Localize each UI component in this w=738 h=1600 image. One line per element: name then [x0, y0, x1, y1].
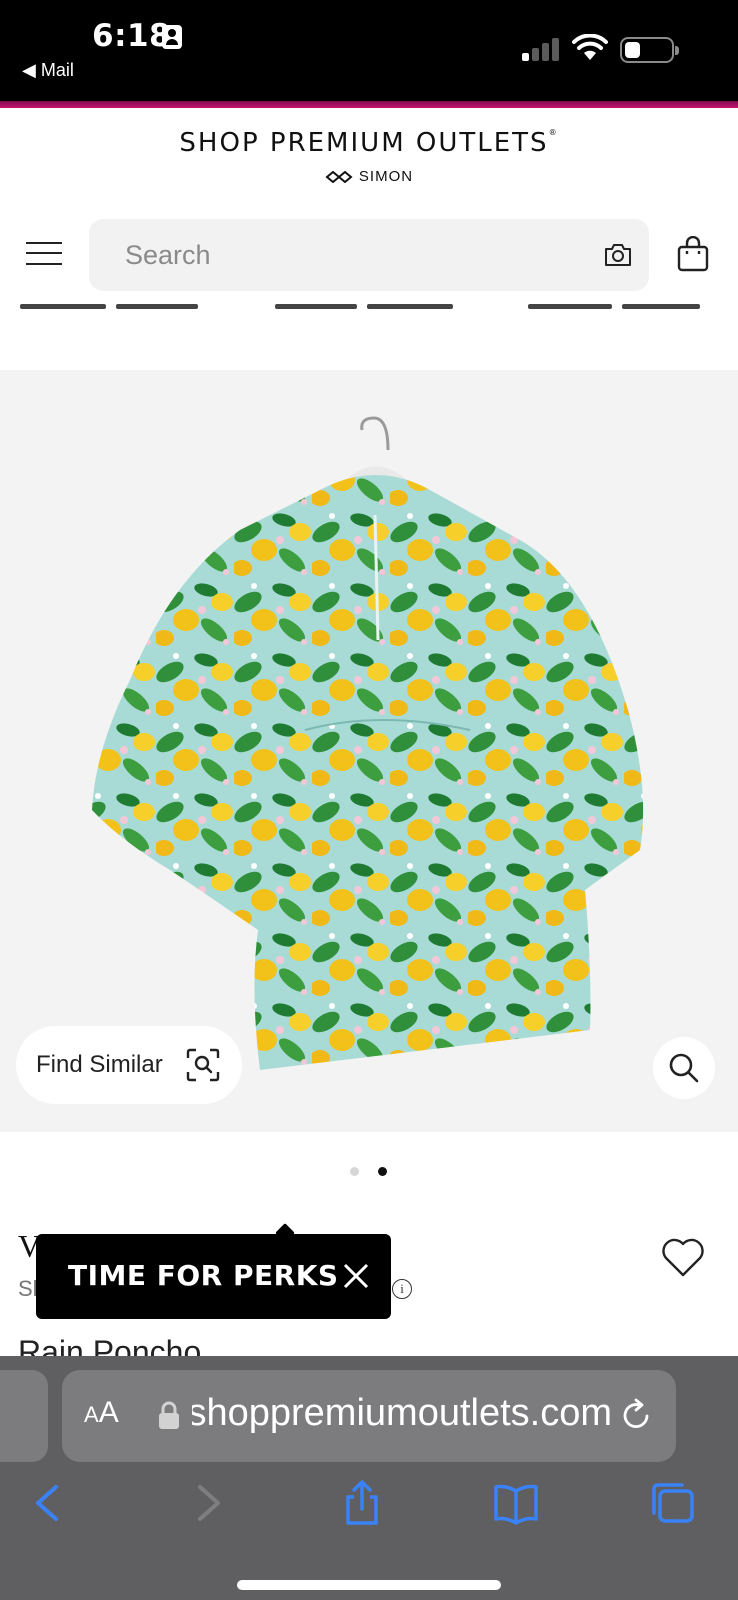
tabs-icon[interactable]	[648, 1479, 696, 1527]
cropped-price-row	[0, 302, 738, 326]
wifi-icon	[572, 34, 608, 60]
time-for-perks-popup[interactable]: TIME FOR PERKS	[36, 1234, 391, 1319]
search-input[interactable]	[125, 237, 555, 273]
close-icon[interactable]	[340, 1260, 372, 1292]
favorite-heart-icon[interactable]	[660, 1236, 706, 1278]
safari-toolbar: AA shoppremiumoutlets.com	[0, 1356, 738, 1600]
back-to-mail-link[interactable]: ◀ Mail	[22, 60, 74, 81]
perks-popup-text: TIME FOR PERKS	[68, 1259, 339, 1292]
shopping-bag-icon[interactable]	[676, 236, 710, 272]
accent-strip	[0, 101, 738, 108]
search-bar[interactable]	[89, 219, 649, 291]
url-text[interactable]: shoppremiumoutlets.com	[192, 1392, 612, 1438]
person-badge-icon	[162, 25, 182, 49]
product-image-carousel[interactable]: Find Similar	[0, 370, 738, 1132]
camera-search-icon[interactable]	[603, 240, 633, 270]
site-logo[interactable]: SHOP PREMIUM OUTLETS®	[0, 128, 738, 158]
reload-icon[interactable]	[619, 1398, 653, 1432]
visual-search-icon	[186, 1048, 220, 1082]
status-time: 6:18	[92, 18, 172, 54]
carousel-dot-1[interactable]	[350, 1167, 359, 1176]
menu-button[interactable]	[26, 240, 62, 266]
find-similar-label: Find Similar	[36, 1051, 163, 1078]
cropped-price-glyphs	[20, 304, 700, 309]
lock-icon	[159, 1401, 179, 1429]
simon-mark-icon	[325, 171, 353, 184]
cellular-signal-icon	[522, 37, 562, 61]
simon-logo: SIMON	[0, 168, 738, 185]
info-icon[interactable]: i	[392, 1279, 412, 1299]
back-arrow-icon[interactable]	[24, 1479, 72, 1527]
product-image-rain-poncho	[92, 416, 644, 1070]
home-indicator[interactable]	[237, 1580, 501, 1590]
page: 6:18 ◀ Mail SHOP PREMIUM OUTLETS® SIMON	[0, 0, 738, 1600]
status-bar: 6:18 ◀ Mail	[0, 0, 738, 101]
carousel-indicator[interactable]	[348, 1167, 398, 1179]
bookmarks-icon[interactable]	[492, 1479, 540, 1527]
forward-arrow-icon	[198, 1485, 220, 1521]
find-similar-button[interactable]: Find Similar	[16, 1026, 242, 1104]
carousel-dot-2-active[interactable]	[378, 1167, 387, 1176]
magnifier-icon	[669, 1053, 699, 1083]
previous-tab-preview[interactable]	[0, 1370, 48, 1462]
page-settings-button[interactable]: AA	[84, 1396, 119, 1430]
zoom-button[interactable]	[653, 1037, 715, 1099]
battery-icon	[620, 37, 679, 63]
address-bar[interactable]: AA shoppremiumoutlets.com	[62, 1370, 676, 1462]
share-icon[interactable]	[338, 1479, 386, 1527]
